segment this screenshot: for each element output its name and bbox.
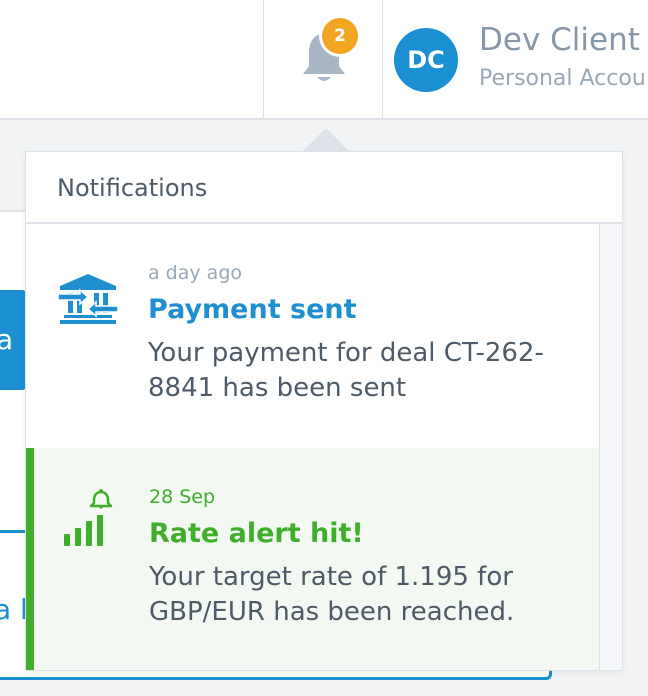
user-name[interactable]: Dev Client <box>479 22 640 58</box>
background-button[interactable]: a F <box>0 290 26 390</box>
notification-body: Your payment for deal CT-262-8841 has be… <box>148 338 544 403</box>
popover-title: Notifications <box>57 174 208 202</box>
bank-transfer-icon <box>58 274 118 324</box>
notification-list: a day ago Payment sent Your payment for … <box>26 224 599 670</box>
notification-title: Payment sent <box>148 294 357 325</box>
notifications-popover: Notifications a day ago Payment sent You… <box>25 151 623 671</box>
popover-header: Notifications <box>26 152 622 224</box>
popover-caret <box>302 128 350 152</box>
header-divider <box>263 0 264 118</box>
background-button-label: a F <box>0 323 14 356</box>
notification-item-highlighted[interactable]: 28 Sep Rate alert hit! Your target rate … <box>26 448 599 670</box>
background-panel-label: a l <box>0 593 28 626</box>
header-divider <box>382 0 383 118</box>
top-header: 2 DC Dev Client Personal Accou <box>0 0 648 120</box>
user-avatar[interactable]: DC <box>394 28 458 92</box>
notification-body: Your target rate of 1.195 for GBP/EUR ha… <box>149 562 515 627</box>
notification-list-scrollbar[interactable] <box>599 224 622 670</box>
notification-time: a day ago <box>148 262 242 284</box>
user-account-type: Personal Accou <box>479 66 646 91</box>
notification-title: Rate alert hit! <box>149 518 364 549</box>
rate-alert-icon <box>64 489 113 546</box>
notification-item[interactable]: a day ago Payment sent Your payment for … <box>26 224 599 446</box>
notification-count-badge: 2 <box>322 18 358 54</box>
notification-time: 28 Sep <box>149 486 216 508</box>
